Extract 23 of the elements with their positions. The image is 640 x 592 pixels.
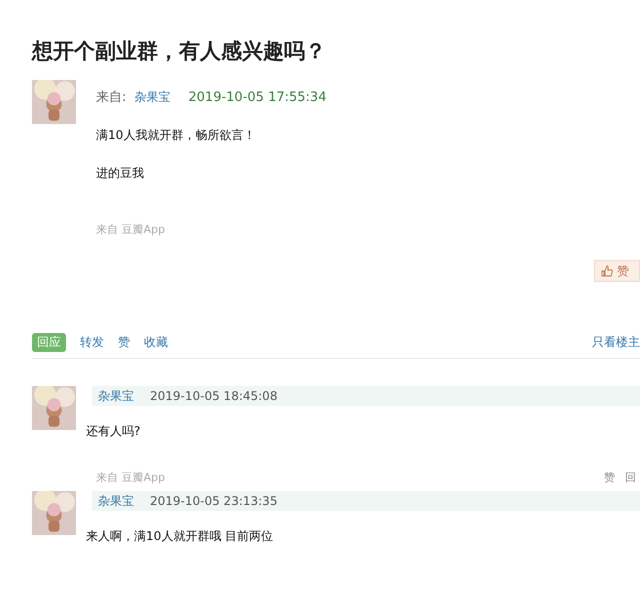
- post-paragraph: 进的豆我: [96, 165, 145, 182]
- reply-text: 还有人吗?: [86, 423, 142, 440]
- from-label: 来自:: [96, 89, 126, 106]
- reply-time: 2019-10-05 18:45:08: [150, 389, 278, 403]
- owner-only-link[interactable]: 只看楼主: [592, 334, 640, 351]
- reply-text: 来人啊，满10人就开群哦 目前两位: [86, 528, 274, 545]
- reply-action-link[interactable]: 赞: [604, 470, 615, 485]
- reply-action-link[interactable]: 回: [625, 470, 636, 485]
- action-link[interactable]: 赞: [118, 334, 130, 351]
- author-link[interactable]: 杂果宝: [98, 492, 134, 510]
- author-link[interactable]: 杂果宝: [98, 388, 134, 404]
- source-text: 来自 豆瓣App: [96, 470, 165, 485]
- source-text: 来自 豆瓣App: [96, 222, 166, 237]
- action-link[interactable]: 收藏: [144, 334, 168, 351]
- post-time: 2019-10-05 17:55:34: [188, 90, 326, 104]
- thumbs-up-icon: [601, 265, 613, 277]
- post-paragraph: 满10人我就开群，畅所欲言！: [96, 127, 256, 144]
- reply-time: 2019-10-05 23:13:35: [150, 494, 278, 508]
- author-link[interactable]: 杂果宝: [134, 88, 170, 106]
- topic-title: 想开个副业群，有人感兴趣吗？: [32, 38, 327, 65]
- like-button[interactable]: 赞: [594, 260, 640, 282]
- action-link[interactable]: 转发: [80, 334, 104, 351]
- reply-button[interactable]: 回应: [32, 333, 66, 352]
